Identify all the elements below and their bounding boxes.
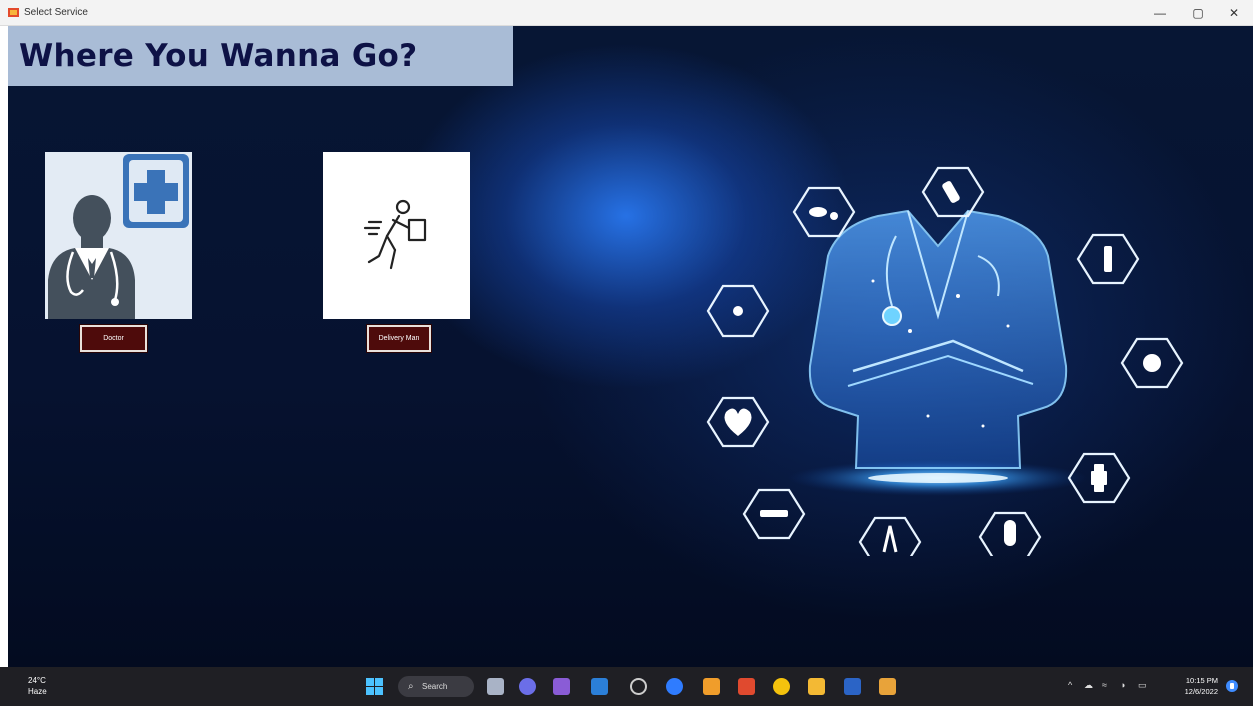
chrome-icon[interactable] [773,678,790,695]
battery-icon[interactable]: ▭ [1138,680,1147,691]
taskbar-clock[interactable]: 10:15 PM 12/6/2022 [1170,675,1218,697]
delivery-man-icon [363,199,427,270]
delivery-man-card[interactable] [323,152,470,319]
start-icon[interactable] [366,678,383,695]
app-icon [8,8,19,17]
page-heading: Where You Wanna Go? [19,38,418,74]
search-label: Search [422,682,448,691]
delivery-man-button[interactable]: Delivery Man [366,324,432,353]
medical-illustration [706,166,1184,556]
java-app-icon[interactable] [879,678,896,695]
brave-icon[interactable] [738,678,755,695]
notification-icon[interactable] [1226,680,1238,692]
clock-date: 12/6/2022 [1184,687,1218,696]
doctor-button[interactable]: Doctor [79,324,148,353]
tray-chevron-icon[interactable]: ^ [1068,680,1072,690]
taskview-icon[interactable] [487,678,504,695]
vscode-icon[interactable] [591,678,608,695]
doctor-icon [48,154,189,319]
messenger-icon[interactable] [666,678,683,695]
close-button[interactable]: ✕ [1220,3,1248,23]
wifi-icon[interactable]: ≈ [1102,680,1107,690]
file-explorer-icon[interactable] [808,678,825,695]
weather-description: Haze [28,687,47,696]
onedrive-icon[interactable]: ☁ [1084,680,1093,691]
doctor-card[interactable] [45,152,192,319]
doctor-hologram-icon [808,209,1068,469]
word-icon[interactable] [844,678,861,695]
minimize-button[interactable]: — [1146,3,1174,23]
volume-icon[interactable]: ◑ [1120,680,1125,690]
taskbar-search[interactable]: ⌕ Search [398,676,474,697]
window-title: Select Service [24,7,88,18]
main-panel: Where You Wanna Go? Doctor Delivery Man [8,26,1253,667]
sublime-icon[interactable] [703,678,720,695]
weather-widget[interactable]: 24°C Haze [28,675,47,697]
visual-studio-icon[interactable] [553,678,570,695]
chat-icon[interactable] [519,678,536,695]
heading-banner: Where You Wanna Go? [8,26,513,86]
weather-temperature: 24°C [28,676,46,685]
chrome-dev-icon[interactable] [630,678,647,695]
clock-time: 10:15 PM [1185,676,1218,685]
search-icon: ⌕ [408,681,414,692]
maximize-button[interactable]: ▢ [1184,3,1212,23]
taskbar: 24°C Haze ⌕ Search ^ ☁ ≈ ◑ ▭ 10:15 PM 12… [0,667,1253,706]
stethoscope-hex-icon [858,516,922,556]
window-title-bar[interactable]: Select Service — ▢ ✕ [0,0,1253,26]
